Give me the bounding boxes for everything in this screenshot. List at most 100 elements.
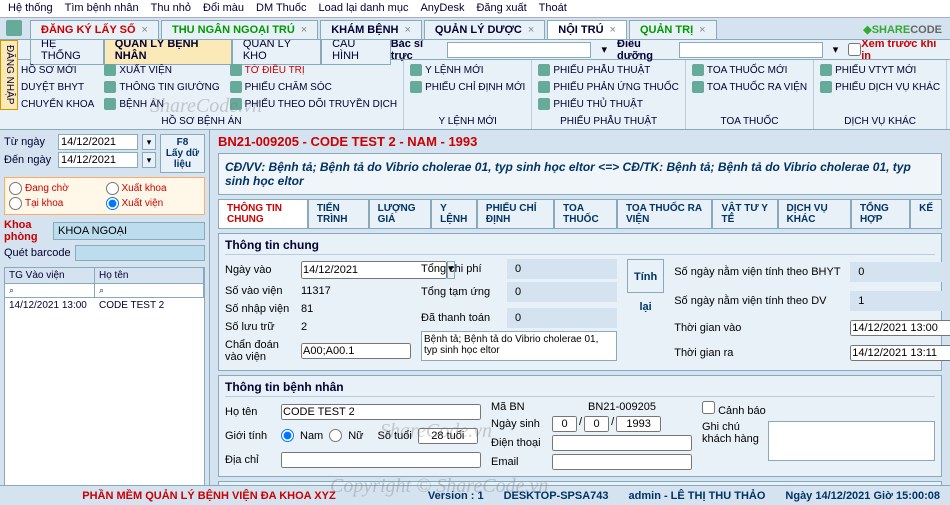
email-input[interactable] — [552, 454, 692, 470]
dieuduong-input[interactable] — [679, 42, 823, 58]
barcode-label: Quét barcode — [4, 247, 71, 259]
main-tab[interactable]: QUẢN TRỊ× — [629, 20, 717, 39]
main-tab[interactable]: THU NGÂN NGOẠI TRÚ× — [161, 20, 318, 39]
ribbon-icon — [820, 81, 832, 93]
ribbon-item[interactable]: PHIẾU VTYT MỚI — [820, 62, 940, 78]
patient-tab[interactable]: PHIẾU CHỈ ĐỊNH — [477, 199, 554, 228]
gender-female[interactable] — [329, 429, 342, 442]
menu-item[interactable]: AnyDesk — [420, 2, 464, 15]
ribbon-item[interactable]: PHIẾU CHỈ ĐỊNH MỚI — [410, 79, 525, 95]
patient-title: BN21-009205 - CODE TEST 2 - NAM - 1993 — [218, 134, 942, 149]
patient-tab[interactable]: VẬT TƯ Y TẾ — [712, 199, 777, 228]
menu-item[interactable]: Load lại danh mục — [319, 2, 409, 15]
ribbon-item[interactable]: DUYỆT BHYT — [6, 79, 94, 95]
patient-tab[interactable]: TỔNG HỢP — [851, 199, 910, 228]
login-vertical-tab[interactable]: ĐĂNG NHẬP — [0, 40, 18, 110]
from-date-input[interactable] — [58, 134, 138, 150]
tinh-lai-button[interactable]: Tính lại — [627, 259, 664, 293]
barcode-input[interactable] — [75, 245, 205, 261]
menu-item[interactable]: DM Thuốc — [256, 2, 307, 15]
logo: ◆SHARECODE — [863, 20, 942, 36]
ribbon-item[interactable]: XUẤT VIỆN — [104, 62, 219, 78]
to-date-picker[interactable]: ▾ — [142, 152, 156, 168]
ribbon-icon — [410, 64, 422, 76]
close-icon[interactable]: × — [528, 24, 534, 36]
patient-grid[interactable]: TG Vào việnHọ tên ⌕⌕ 14/12/2021 13:00COD… — [4, 267, 205, 488]
search-icon[interactable]: ⌕ — [95, 284, 204, 297]
main-tab[interactable]: KHÁM BỆNH× — [320, 20, 422, 39]
status-radio[interactable]: Đang chờ — [9, 182, 104, 195]
ribbon-item[interactable]: PHIẾU THEO DÕI TRUYỀN DỊCH — [230, 96, 397, 112]
dieuduong-label: Điều dưỡng — [617, 38, 675, 62]
preview-label: Xem trước khi in — [861, 38, 942, 62]
gender-male[interactable] — [281, 429, 294, 442]
ribbon-icon — [538, 81, 550, 93]
patient-tab[interactable]: TOA THUỐC RA VIỆN — [617, 199, 713, 228]
close-icon[interactable]: × — [404, 24, 410, 36]
warning-checkbox[interactable] — [702, 401, 715, 414]
ribbon-item[interactable]: PHIẾU PHẢN ỨNG THUỐC — [538, 79, 679, 95]
ribbon-icon — [230, 64, 242, 76]
ribbon-icon — [538, 64, 550, 76]
patient-tab[interactable]: DỊCH VỤ KHÁC — [778, 199, 851, 228]
ribbon-item[interactable]: PHIẾU THỦ THUẬT — [538, 96, 679, 112]
menu-item[interactable]: Đổi màu — [203, 2, 244, 15]
ribbon-item[interactable]: TOA THUỐC RA VIỆN — [692, 79, 807, 95]
patient-tab[interactable]: Y LỆNH — [431, 199, 477, 228]
patient-tab[interactable]: KẾ — [910, 199, 942, 228]
ribbon-item[interactable]: THÔNG TIN GIƯỜNG — [104, 79, 219, 95]
status-radio[interactable]: Tại khoa — [9, 197, 104, 210]
patient-tab[interactable]: TOA THUỐC — [554, 199, 617, 228]
to-date-input[interactable] — [58, 152, 138, 168]
ho-ten-input[interactable] — [281, 404, 481, 420]
close-icon[interactable]: × — [699, 24, 705, 36]
patient-tab[interactable]: TIẾN TRÌNH — [308, 199, 369, 228]
ribbon-icon — [104, 98, 116, 110]
ribbon-icon — [538, 98, 550, 110]
bacsi-input[interactable] — [447, 42, 591, 58]
table-row[interactable]: 14/12/2021 13:00CODE TEST 2 — [5, 298, 204, 313]
diagnosis-box: CĐ/VV: Bệnh tả; Bệnh tả do Vibrio choler… — [218, 153, 942, 195]
menu-item[interactable]: Thoát — [539, 2, 567, 15]
menu-item[interactable]: Hệ thống — [8, 2, 53, 15]
tg-vao[interactable] — [850, 320, 950, 336]
preview-checkbox[interactable] — [848, 43, 861, 56]
diachi-input[interactable] — [281, 452, 481, 468]
ribbon-item[interactable]: HỒ SƠ MỚI — [6, 62, 94, 78]
main-tab[interactable]: NỘI TRÚ× — [547, 20, 627, 39]
tg-ra[interactable] — [850, 345, 950, 361]
menu-item[interactable]: Thu nhỏ — [151, 2, 191, 15]
ribbon-item[interactable]: TỜ ĐIỀU TRỊ — [230, 62, 397, 78]
from-date-picker[interactable]: ▾ — [142, 134, 156, 150]
menu-item[interactable]: Tìm bệnh nhân — [65, 2, 139, 15]
status-radio[interactable]: Xuất viện — [106, 197, 201, 210]
main-tab[interactable]: QUẢN LÝ DƯỢC× — [424, 20, 545, 39]
patient-tab[interactable]: LƯỢNG GIÁ — [369, 199, 432, 228]
so-nhap-vien: 81 — [301, 303, 411, 315]
f8-button[interactable]: F8 Lấy dữ liệu — [160, 134, 205, 173]
so-luu-tru: 2 — [301, 321, 411, 333]
ribbon-item[interactable]: Y LỆNH MỚI — [410, 62, 525, 78]
ribbon-item[interactable]: PHIẾU DỊCH VỤ KHÁC — [820, 79, 940, 95]
status-radio[interactable]: Xuất khoa — [106, 182, 201, 195]
ribbon-item[interactable]: PHIẾU PHẪU THUẬT — [538, 62, 679, 78]
menu-item[interactable]: Đăng xuất — [476, 2, 526, 15]
right-panel: BN21-009205 - CODE TEST 2 - NAM - 1993 C… — [210, 130, 950, 492]
chan-doan-text[interactable]: Bệnh tả; Bệnh tả do Vibrio cholerae 01, … — [421, 331, 617, 361]
ribbon-icon — [230, 98, 242, 110]
chan-doan-code[interactable] — [301, 343, 411, 359]
phone-input[interactable] — [552, 435, 692, 451]
search-icon[interactable]: ⌕ — [5, 284, 95, 297]
department-input[interactable] — [53, 222, 205, 240]
patient-tab[interactable]: THÔNG TIN CHUNG — [218, 199, 308, 228]
close-icon[interactable]: × — [142, 24, 148, 36]
ribbon-item[interactable]: BỆNH ÁN — [104, 96, 219, 112]
ribbon-item[interactable]: CHUYỂN KHOA — [6, 96, 94, 112]
close-icon[interactable]: × — [610, 24, 616, 36]
ribbon-item[interactable]: TOA THUỐC MỚI — [692, 62, 807, 78]
note-textarea[interactable] — [768, 421, 935, 461]
main-tab[interactable]: ĐĂNG KÝ LẤY SỐ× — [30, 20, 159, 39]
close-icon[interactable]: × — [301, 24, 307, 36]
ribbon-item[interactable]: PHIẾU CHĂM SÓC — [230, 79, 397, 95]
section-patient: Thông tin bệnh nhân Họ tên Giới tính Nam… — [218, 375, 942, 477]
